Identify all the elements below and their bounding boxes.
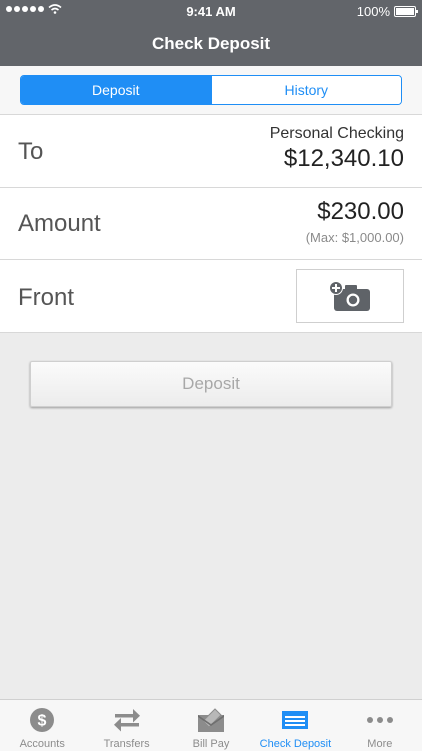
amount-max: (Max: $1,000.00) <box>305 230 404 245</box>
check-deposit-icon <box>280 706 310 734</box>
tab-bill-pay[interactable]: Bill Pay <box>169 700 253 751</box>
to-label: To <box>18 138 44 165</box>
amount-info: $230.00 (Max: $1,000.00) <box>306 188 404 245</box>
nav-title: Check Deposit <box>0 22 422 66</box>
bill-pay-icon <box>196 706 226 734</box>
tab-more[interactable]: More <box>338 700 422 751</box>
add-camera-icon <box>329 281 370 311</box>
svg-text:$: $ <box>38 713 47 730</box>
to-account-info: Personal Checking $12,340.10 <box>270 115 404 173</box>
tab-label: More <box>367 738 393 750</box>
front-label: Front <box>18 284 75 311</box>
segment-container: Deposit History <box>0 66 422 115</box>
more-icon <box>365 706 395 734</box>
to-account-name: Personal Checking <box>269 125 404 142</box>
segment-deposit[interactable]: Deposit <box>21 76 211 104</box>
front-image-row: Front <box>0 260 422 333</box>
tab-label: Bill Pay <box>192 738 230 750</box>
tab-bar: $ Accounts Transfers Bill Pay Check Depo… <box>0 699 422 751</box>
amount-row[interactable]: Amount $230.00 (Max: $1,000.00) <box>0 188 422 260</box>
status-bar: 9:41 AM 100% <box>0 0 422 22</box>
deposit-button[interactable]: Deposit <box>30 361 392 407</box>
tab-label: Accounts <box>19 738 65 750</box>
tab-transfers[interactable]: Transfers <box>84 700 168 751</box>
battery-area: 100% <box>356 4 418 19</box>
battery-percent: 100% <box>356 4 390 19</box>
tab-check-deposit[interactable]: Check Deposit <box>253 700 337 751</box>
segment-history[interactable]: History <box>210 76 401 104</box>
dollar-icon: $ <box>27 706 57 734</box>
tab-accounts[interactable]: $ Accounts <box>0 700 84 751</box>
battery-icon <box>394 6 418 17</box>
amount-label: Amount <box>18 210 101 237</box>
capture-front-button[interactable] <box>296 269 404 323</box>
to-account-row[interactable]: To Personal Checking $12,340.10 <box>0 115 422 188</box>
amount-value: $230.00 <box>317 198 404 225</box>
tab-label: Transfers <box>103 738 150 750</box>
transfer-icon <box>112 706 142 734</box>
tab-label: Check Deposit <box>259 738 332 750</box>
segmented-control: Deposit History <box>20 75 402 105</box>
to-account-balance: $12,340.10 <box>283 145 404 172</box>
